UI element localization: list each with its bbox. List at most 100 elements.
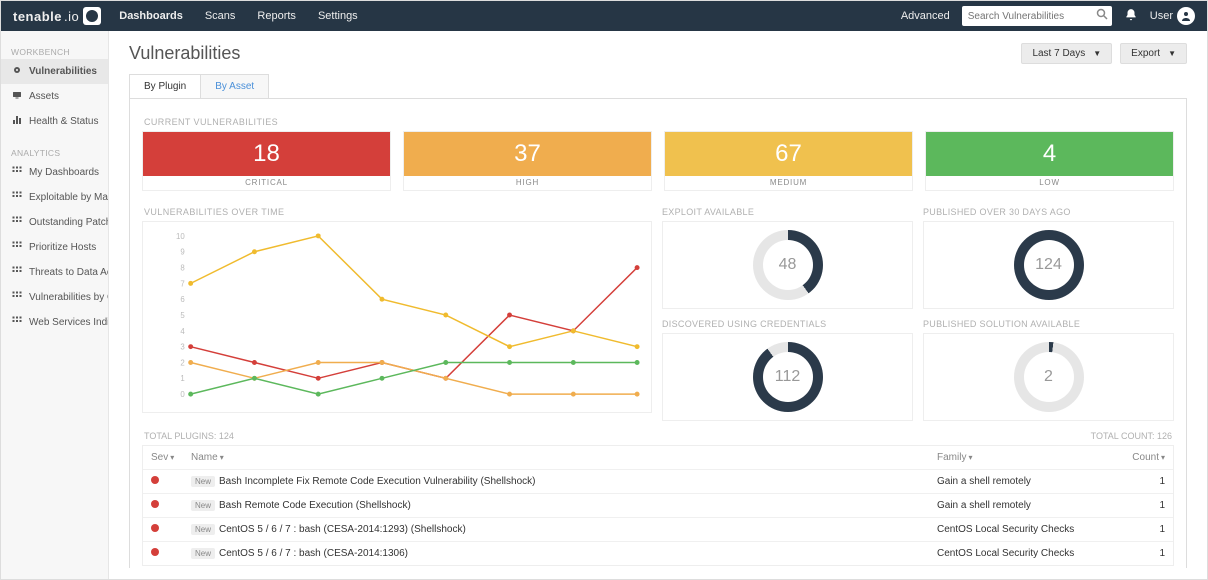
- severity-card[interactable]: 18 CRITICAL: [142, 131, 391, 191]
- sidebar-item-label: My Dashboards: [29, 167, 99, 178]
- col-name[interactable]: Name▾: [191, 452, 937, 463]
- sidebar-section-workbench: WORKBENCH: [1, 41, 108, 59]
- section-published30-label: PUBLISHED OVER 30 DAYS AGO: [923, 207, 1071, 217]
- search-icon[interactable]: [1096, 8, 1108, 23]
- svg-text:10: 10: [176, 232, 185, 241]
- donut-value: 48: [763, 240, 813, 290]
- sidebar-item-icon: [11, 265, 23, 280]
- table-row[interactable]: NewCentOS 5 / 6 / 7 : bash (CESA-2014:12…: [143, 518, 1173, 542]
- chevron-down-icon: ▼: [1093, 49, 1101, 58]
- chevron-down-icon: ▼: [1168, 49, 1176, 58]
- brand-part1: tenable: [13, 9, 62, 24]
- row-count: 1: [1117, 476, 1165, 487]
- sev-dot-icon: [151, 524, 191, 535]
- svg-text:0: 0: [180, 390, 185, 399]
- sev-dot-icon: [151, 476, 191, 487]
- severity-value: 4: [926, 132, 1173, 176]
- svg-text:7: 7: [180, 279, 184, 288]
- brand-part2: .io: [64, 9, 79, 24]
- notifications-icon[interactable]: [1124, 8, 1138, 25]
- severity-value: 37: [404, 132, 651, 176]
- severity-label: MEDIUM: [770, 178, 807, 187]
- table-row[interactable]: NewCentOS 5 / 6 / 7 : bash (CESA-2014:13…: [143, 542, 1173, 565]
- svg-text:6: 6: [180, 295, 185, 304]
- sev-dot-icon: [151, 548, 191, 559]
- export-button[interactable]: Export▼: [1120, 43, 1187, 64]
- sidebar-item[interactable]: Health & Status: [1, 109, 108, 134]
- col-sev[interactable]: Sev▾: [151, 452, 191, 463]
- row-family: Gain a shell remotely: [937, 476, 1117, 487]
- col-count[interactable]: Count▾: [1117, 452, 1165, 463]
- topbar: tenable.io Dashboards Scans Reports Setting…: [1, 1, 1207, 31]
- sidebar-item-icon: [11, 89, 23, 104]
- sidebar-item[interactable]: Prioritize Hosts: [1, 235, 108, 260]
- donut-value: 112: [763, 352, 813, 402]
- topnav-item[interactable]: Reports: [257, 10, 296, 22]
- topnav-item[interactable]: Dashboards: [119, 10, 183, 22]
- sidebar-item[interactable]: My Dashboards: [1, 160, 108, 185]
- svg-text:4: 4: [180, 327, 185, 336]
- sidebar-item[interactable]: Threats to Data Ac…: [1, 260, 108, 285]
- topnav-item[interactable]: Settings: [318, 10, 358, 22]
- sidebar-item-icon: [11, 290, 23, 305]
- tab[interactable]: By Asset: [201, 75, 268, 98]
- severity-label: LOW: [1039, 178, 1060, 187]
- donut-value: 2: [1024, 352, 1074, 402]
- sidebar-item[interactable]: Exploitable by Mal…: [1, 185, 108, 210]
- sidebar-item[interactable]: Assets: [1, 84, 108, 109]
- severity-card[interactable]: 4 LOW: [925, 131, 1174, 191]
- new-badge: New: [191, 476, 215, 487]
- sidebar-item[interactable]: Outstanding Patch…: [1, 210, 108, 235]
- sidebar-item-label: Exploitable by Mal…: [29, 192, 108, 203]
- user-menu[interactable]: User: [1150, 7, 1195, 25]
- sidebar-item[interactable]: Vulnerabilities by C…: [1, 285, 108, 310]
- svg-text:5: 5: [180, 311, 185, 320]
- col-family[interactable]: Family▾: [937, 452, 1117, 463]
- severity-card[interactable]: 37HIGH: [403, 131, 652, 191]
- svg-text:1: 1: [180, 374, 184, 383]
- row-name: NewBash Incomplete Fix Remote Code Execu…: [191, 476, 937, 487]
- sidebar-item-label: Vulnerabilities: [29, 66, 97, 77]
- section-exploit-label: EXPLOIT AVAILABLE: [662, 207, 754, 217]
- new-badge: New: [191, 548, 215, 559]
- new-badge: New: [191, 524, 215, 535]
- sidebar-item-label: Prioritize Hosts: [29, 242, 96, 253]
- sidebar-item-icon: [11, 165, 23, 180]
- table-total-plugins: TOTAL PLUGINS: 124: [144, 431, 234, 441]
- published-solution-card[interactable]: 2: [923, 333, 1174, 421]
- section-current-label: CURRENT VULNERABILITIES: [144, 117, 1174, 127]
- table-row[interactable]: NewBash Incomplete Fix Remote Code Execu…: [143, 470, 1173, 494]
- section-solution-label: PUBLISHED SOLUTION AVAILABLE: [923, 319, 1080, 329]
- user-label: User: [1150, 10, 1173, 22]
- exploit-available-card[interactable]: 48: [662, 221, 913, 309]
- brand-badge-icon: [83, 7, 101, 25]
- discovered-credentials-card[interactable]: 112: [662, 333, 913, 421]
- sidebar: WORKBENCH Vulnerabilities AssetsHealth & …: [1, 31, 109, 579]
- table-row[interactable]: NewBash Remote Code Execution (Shellshoc…: [143, 494, 1173, 518]
- svg-text:3: 3: [180, 343, 185, 352]
- sidebar-item-label: Vulnerabilities by C…: [29, 292, 108, 303]
- advanced-link[interactable]: Advanced: [901, 10, 950, 22]
- sidebar-item-icon: [11, 215, 23, 230]
- avatar-icon: [1177, 7, 1195, 25]
- brand-logo[interactable]: tenable.io: [13, 7, 101, 25]
- topnav-item[interactable]: Scans: [205, 10, 236, 22]
- date-range-dropdown[interactable]: Last 7 Days▼: [1021, 43, 1112, 64]
- severity-label: CRITICAL: [245, 178, 288, 187]
- search-input[interactable]: [962, 6, 1112, 26]
- sidebar-item[interactable]: Web Services Indic…: [1, 310, 108, 335]
- severity-value: 18: [143, 132, 390, 176]
- vulnerabilities-over-time-chart: 012345678910: [142, 221, 652, 413]
- published-30-card[interactable]: 124: [923, 221, 1174, 309]
- page-title: Vulnerabilities: [129, 43, 240, 64]
- row-count: 1: [1117, 500, 1165, 511]
- sidebar-item-icon: [11, 190, 23, 205]
- sidebar-item-icon: [11, 315, 23, 330]
- donut-value: 124: [1024, 240, 1074, 290]
- sidebar-item-label: Web Services Indic…: [29, 317, 108, 328]
- section-overtime-label: VULNERABILITIES OVER TIME: [144, 207, 652, 217]
- tab[interactable]: By Plugin: [130, 75, 201, 98]
- sidebar-item[interactable]: Vulnerabilities: [1, 59, 108, 84]
- severity-card[interactable]: 67MEDIUM: [664, 131, 913, 191]
- sidebar-section-analytics: ANALYTICS: [1, 142, 108, 160]
